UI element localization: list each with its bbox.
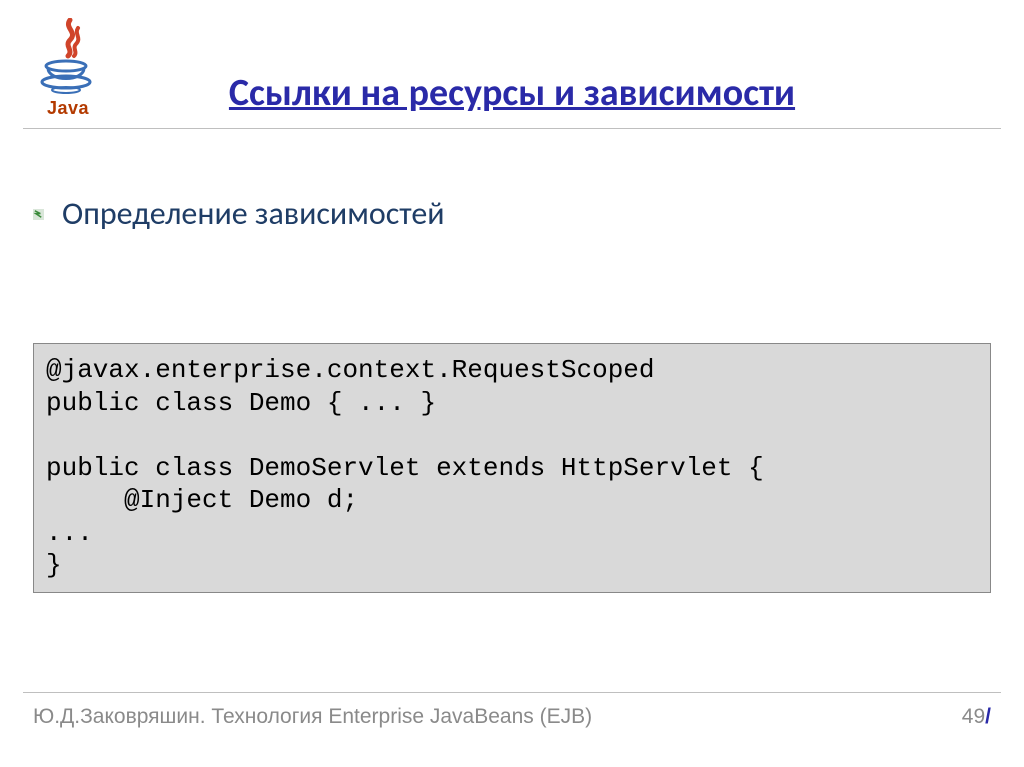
- bullet-text: Определение зависимостей: [62, 195, 445, 233]
- footer-author: Ю.Д.Заковряшин. Технология Enterprise Ja…: [33, 705, 592, 729]
- bullet-icon: [33, 209, 44, 220]
- page-number-slash: /: [985, 705, 991, 728]
- slide: Java Ссылки на ресурсы и зависимости Опр…: [0, 0, 1024, 767]
- slide-title: Ссылки на ресурсы и зависимости: [0, 70, 1024, 116]
- slide-body: Определение зависимостей @javax.enterpri…: [33, 195, 991, 593]
- code-block: @javax.enterprise.context.RequestScoped …: [33, 343, 991, 593]
- bullet-item: Определение зависимостей: [33, 195, 991, 233]
- header-divider: [23, 128, 1001, 129]
- footer-divider: [23, 692, 1001, 693]
- page-number: 49/: [962, 705, 991, 729]
- slide-footer: Ю.Д.Заковряшин. Технология Enterprise Ja…: [33, 705, 991, 729]
- page-number-value: 49: [962, 705, 985, 728]
